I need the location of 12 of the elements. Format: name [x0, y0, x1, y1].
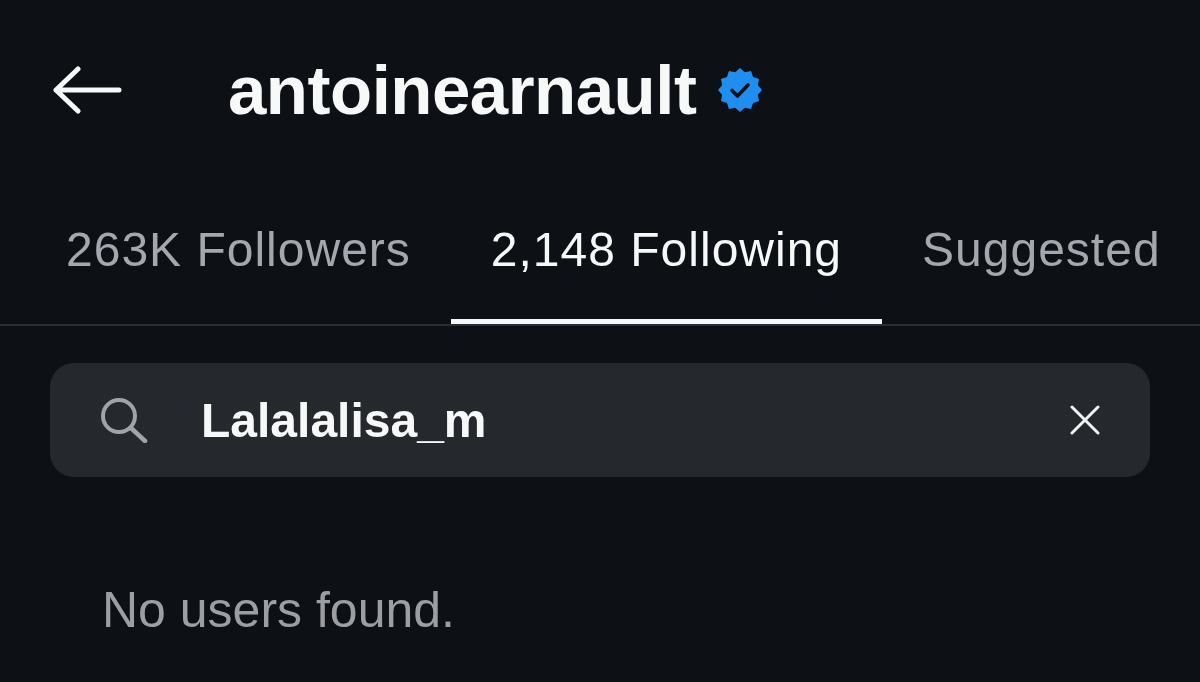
- clear-button[interactable]: [1070, 405, 1100, 435]
- back-arrow-icon: [52, 66, 122, 114]
- back-button[interactable]: [52, 66, 122, 114]
- tab[interactable]: Suggested: [882, 180, 1200, 324]
- tab[interactable]: 263K Followers: [26, 180, 451, 324]
- empty-results-message: No users found.: [102, 582, 455, 638]
- profile-username: antoinearnault: [228, 55, 697, 125]
- search-input[interactable]: Lalalalisa_m: [201, 390, 1040, 450]
- close-icon: [1070, 405, 1100, 435]
- search-field[interactable]: Lalalalisa_m: [50, 363, 1150, 477]
- search-icon: [100, 397, 148, 443]
- tab[interactable]: 2,148 Following: [450, 180, 883, 324]
